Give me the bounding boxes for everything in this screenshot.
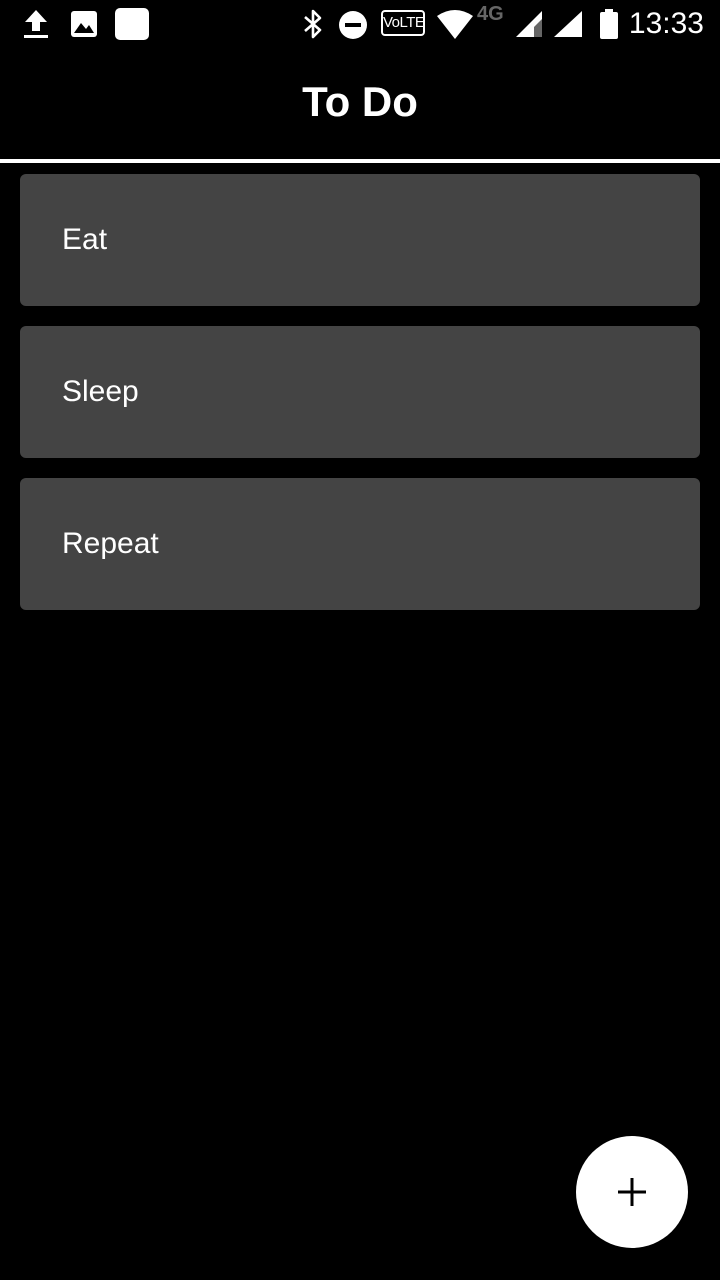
status-bar: VoLTE 4G 13:33 [0,0,720,48]
app-notification-icon [115,8,149,40]
todo-item-sleep[interactable]: Sleep [20,326,700,458]
signal-icon [554,11,582,37]
page-title: To Do [302,78,418,125]
plus-icon [618,1178,646,1206]
status-time: 13:33 [628,7,704,40]
todo-item-eat[interactable]: Eat [20,174,700,306]
volte-icon: VoLTE [381,10,425,36]
upload-icon [24,10,48,38]
todo-list: Eat Sleep Repeat [20,174,700,630]
todo-item-label: Repeat [62,527,159,560]
wifi-icon [437,10,473,39]
battery-icon [600,9,618,39]
app-bar: To Do [0,48,720,160]
signal-icon [516,11,542,37]
todo-item-repeat[interactable]: Repeat [20,478,700,610]
bluetooth-icon [304,9,322,39]
image-icon [71,11,97,37]
do-not-disturb-icon [339,11,367,39]
app-bar-divider [0,159,720,163]
network-type-label: 4G [477,3,504,25]
add-todo-button[interactable] [576,1136,688,1248]
todo-item-label: Eat [62,223,108,256]
todo-item-label: Sleep [62,375,139,408]
